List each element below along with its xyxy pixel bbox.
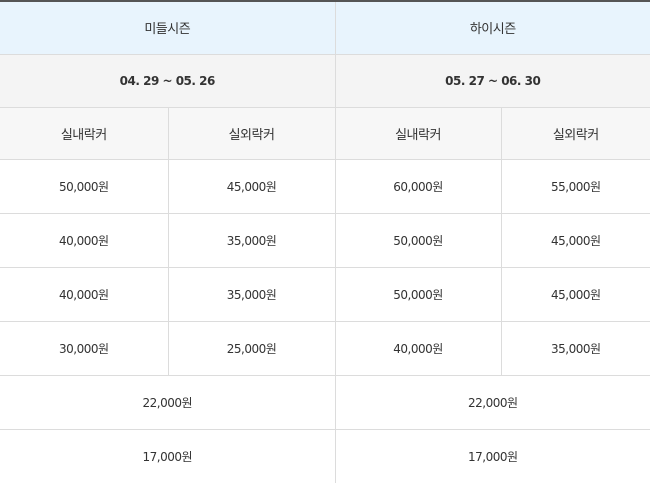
table-row: 30,000원 25,000원 40,000원 35,000원 bbox=[0, 321, 650, 376]
price-cell-merged: 17,000원 bbox=[335, 429, 650, 483]
locker-type-row: 실내락커 실외락커 실내락커 실외락커 bbox=[0, 107, 650, 160]
table-row: 50,000원 45,000원 60,000원 55,000원 bbox=[0, 159, 650, 214]
price-cell: 45,000원 bbox=[501, 213, 650, 268]
price-cell: 35,000원 bbox=[168, 213, 336, 268]
price-cell: 30,000원 bbox=[0, 321, 169, 376]
price-cell-merged: 22,000원 bbox=[0, 375, 336, 430]
price-cell: 60,000원 bbox=[335, 159, 502, 214]
season-high-label: 하이시즌 bbox=[335, 2, 650, 55]
locker-price-table: 미들시즌 하이시즌 04. 29 ~ 05. 26 05. 27 ~ 06. 3… bbox=[0, 2, 650, 483]
table-row: 40,000원 35,000원 50,000원 45,000원 bbox=[0, 267, 650, 322]
price-cell: 40,000원 bbox=[0, 213, 169, 268]
price-cell: 50,000원 bbox=[335, 267, 502, 322]
price-cell: 40,000원 bbox=[0, 267, 169, 322]
price-cell: 50,000원 bbox=[335, 213, 502, 268]
price-cell: 45,000원 bbox=[501, 267, 650, 322]
season-middle-dates: 04. 29 ~ 05. 26 bbox=[0, 54, 336, 108]
season-high-dates: 05. 27 ~ 06. 30 bbox=[335, 54, 650, 108]
price-cell: 45,000원 bbox=[168, 159, 336, 214]
locker-type-indoor: 실내락커 bbox=[0, 107, 169, 160]
price-table-container: 미들시즌 하이시즌 04. 29 ~ 05. 26 05. 27 ~ 06. 3… bbox=[0, 0, 650, 484]
price-cell-merged: 17,000원 bbox=[0, 429, 336, 483]
price-cell-merged: 22,000원 bbox=[335, 375, 650, 430]
table-row: 22,000원 22,000원 bbox=[0, 375, 650, 430]
season-dates-row: 04. 29 ~ 05. 26 05. 27 ~ 06. 30 bbox=[0, 54, 650, 108]
price-cell: 35,000원 bbox=[501, 321, 650, 376]
locker-type-outdoor: 실외락커 bbox=[168, 107, 336, 160]
price-cell: 25,000원 bbox=[168, 321, 336, 376]
price-cell: 55,000원 bbox=[501, 159, 650, 214]
price-cell: 50,000원 bbox=[0, 159, 169, 214]
price-cell: 40,000원 bbox=[335, 321, 502, 376]
locker-type-indoor: 실내락커 bbox=[335, 107, 502, 160]
season-header-row: 미들시즌 하이시즌 bbox=[0, 2, 650, 55]
locker-type-outdoor: 실외락커 bbox=[501, 107, 650, 160]
season-middle-label: 미들시즌 bbox=[0, 2, 336, 55]
table-row: 17,000원 17,000원 bbox=[0, 429, 650, 483]
price-cell: 35,000원 bbox=[168, 267, 336, 322]
table-row: 40,000원 35,000원 50,000원 45,000원 bbox=[0, 213, 650, 268]
